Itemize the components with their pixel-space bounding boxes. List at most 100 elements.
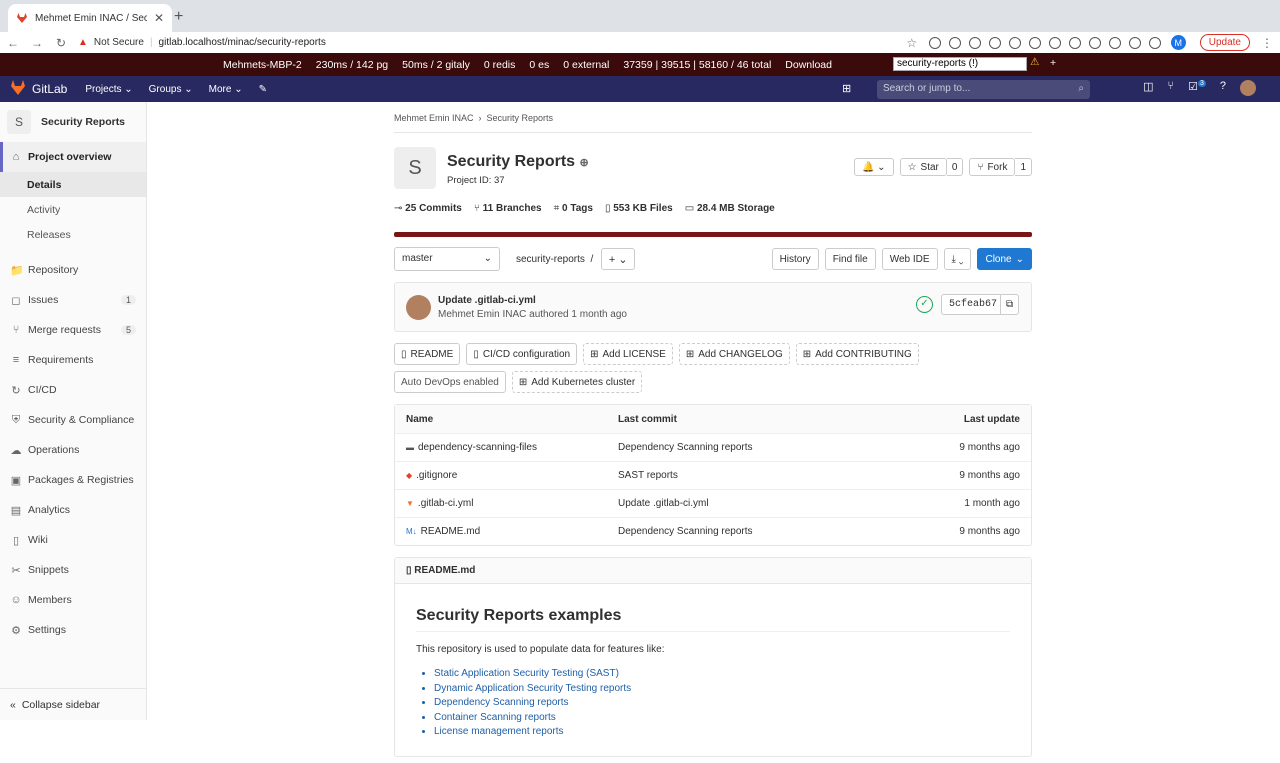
quick-link-readme[interactable]: ▯ README [394,343,461,365]
copy-sha-icon[interactable]: ⧉ [1000,294,1020,315]
table-row[interactable]: ▼ .gitlab-ci.yml Update .gitlab-ci.yml 1 mo… [395,489,1031,517]
quick-link-add-kubernetes-cluster[interactable]: ⊞ Add Kubernetes cluster [511,371,643,393]
sidebar-item-analytics[interactable]: ▤ Analytics [0,495,146,525]
sidebar-item-ci-cd[interactable]: ↻ CI/CD [0,375,146,405]
help-icon[interactable]: ? [1220,80,1226,96]
extension-icon[interactable] [1048,36,1061,49]
author-avatar[interactable] [406,295,431,320]
close-tab-icon[interactable]: ✕ [154,11,164,25]
tags-link[interactable]: ⌗ 0 Tags [554,203,593,214]
fork-button[interactable]: ⑂ Fork [969,158,1016,176]
puzzle-icon[interactable] [1148,36,1161,49]
extension-icon[interactable] [1068,36,1081,49]
sidebar-item-packages-registries[interactable]: ▣ Packages & Registries [0,465,146,495]
search-input[interactable]: Search or jump to... ⌕ [877,80,1090,99]
readme-link[interactable]: Dynamic Application Security Testing rep… [434,682,1010,697]
kebab-menu-icon[interactable]: ⋮ [1260,36,1274,50]
quick-link-add-contributing[interactable]: ⊞ Add CONTRIBUTING [795,343,919,365]
notification-button[interactable]: 🔔 ⌄ [853,158,894,176]
quick-link-auto-devops-enabled[interactable]: Auto DevOps enabled [394,371,506,393]
groups-menu[interactable]: Groups ⌄ [149,84,193,95]
readme-link[interactable]: License management reports [434,725,1010,740]
readme-link[interactable]: Container Scanning reports [434,711,1010,726]
back-icon[interactable]: ← [6,36,20,50]
history-button[interactable]: History [771,248,819,270]
pipeline-passed-icon[interactable]: ✓ [916,296,933,313]
commit-link[interactable]: Dependency Scanning reports [618,526,880,537]
file-name-link[interactable]: .gitlab-ci.yml [418,498,474,509]
sidebar-item-members[interactable]: ☺ Members [0,585,146,615]
find-file-button[interactable]: Find file [824,248,876,270]
extension-icon[interactable] [1028,36,1041,49]
perf-download[interactable]: Download [785,59,832,71]
readme-link[interactable]: Dependency Scanning reports [434,696,1010,711]
sidebar-sub-releases[interactable]: Releases [0,222,146,247]
user-avatar[interactable] [1240,80,1256,96]
branches-link[interactable]: ⑂ 11 Branches [474,203,542,214]
file-name-link[interactable]: dependency-scanning-files [418,442,537,453]
readme-link[interactable]: Static Application Security Testing (SAS… [434,667,1010,682]
extension-icon[interactable] [1108,36,1121,49]
commits-link[interactable]: ⊸ 25 Commits [394,203,462,214]
extension-icon[interactable] [928,36,941,49]
quick-link-add-license[interactable]: ⊞ Add LICENSE [583,343,673,365]
sidebar-item-operations[interactable]: ☁ Operations [0,435,146,465]
bookmark-star-icon[interactable]: ☆ [905,36,919,50]
perf-pg[interactable]: 230ms / 142 pg [316,59,388,71]
table-row[interactable]: ◆ .gitignore SAST reports 9 months ago [395,461,1031,489]
sidebar-project-header[interactable]: S Security Reports [0,102,146,142]
quick-link-add-changelog[interactable]: ⊞ Add CHANGELOG [678,343,790,365]
add-request-icon[interactable]: + [1050,57,1056,69]
new-tab-icon[interactable]: + [174,8,183,26]
new-item-icon[interactable]: ⊞ [842,82,851,95]
clone-button[interactable]: Clone ⌄ [977,248,1032,270]
perf-gitaly[interactable]: 50ms / 2 gitaly [402,59,470,71]
files-link[interactable]: ▯ 553 KB Files [605,203,673,214]
storage-link[interactable]: ▭ 28.4 MB Storage [685,203,775,214]
file-name-link[interactable]: .gitignore [416,470,457,481]
extension-icon[interactable] [968,36,981,49]
request-select[interactable]: security-reports (!) [893,57,1027,71]
extension-icon[interactable] [1128,36,1141,49]
extension-icon[interactable] [988,36,1001,49]
todos-icon[interactable]: ☑ 3 [1188,80,1206,96]
breadcrumb-user[interactable]: Mehmet Emin INAC [394,113,474,123]
perf-redis[interactable]: 0 redis [484,59,516,71]
sidebar-item-repository[interactable]: 📁 Repository [0,255,146,285]
file-name-link[interactable]: README.md [421,526,480,537]
download-button[interactable]: ⤓ ⌄ [943,248,972,270]
commit-link[interactable]: Update .gitlab-ci.yml [618,498,880,509]
perf-external[interactable]: 0 external [563,59,609,71]
branch-select[interactable]: master ⌄ [394,247,500,271]
admin-wrench-icon[interactable]: ✎ [259,84,267,95]
breadcrumb-project[interactable]: Security Reports [487,113,554,123]
extension-icon[interactable] [1008,36,1021,49]
star-button[interactable]: ☆ Star [899,158,947,176]
sidebar-item-settings[interactable]: ⚙ Settings [0,615,146,645]
merge-requests-icon[interactable]: ⑂ [1167,80,1174,96]
sidebar-item-security-compliance[interactable]: ⛨ Security & Compliance [0,405,146,435]
more-menu[interactable]: More ⌄ [209,84,243,95]
gitlab-home-link[interactable]: GitLab [10,80,67,98]
perf-es[interactable]: 0 es [529,59,549,71]
fork-count[interactable]: 1 [1015,158,1032,176]
sidebar-item-snippets[interactable]: ✂ Snippets [0,555,146,585]
url-text[interactable]: gitlab.localhost/minac/security-reports [159,37,326,48]
browser-tab[interactable]: Mehmet Emin INAC / Security R ✕ [8,4,172,32]
projects-menu[interactable]: Projects ⌄ [85,84,132,95]
collapse-sidebar-button[interactable]: «Collapse sidebar [0,688,147,720]
sidebar-item-wiki[interactable]: ▯ Wiki [0,525,146,555]
perf-total[interactable]: 37359 | 39515 | 58160 / 46 total [623,59,771,71]
sidebar-sub-details[interactable]: Details [0,172,146,197]
commit-sha[interactable]: 5cfeab67 [941,294,1006,315]
table-row[interactable]: ▬ dependency-scanning-files Dependency Sca… [395,433,1031,461]
issues-icon[interactable]: ◫ [1143,80,1153,96]
extension-icon[interactable] [948,36,961,49]
extension-icon[interactable] [1088,36,1101,49]
sidebar-item-merge-requests[interactable]: ⑂ Merge requests 5 [0,315,146,345]
web-ide-button[interactable]: Web IDE [881,248,938,270]
add-file-button[interactable]: + ⌄ [601,248,636,270]
reload-icon[interactable]: ↻ [54,36,68,50]
repo-path[interactable]: security-reports / [516,254,593,265]
update-button[interactable]: Update [1199,34,1250,51]
